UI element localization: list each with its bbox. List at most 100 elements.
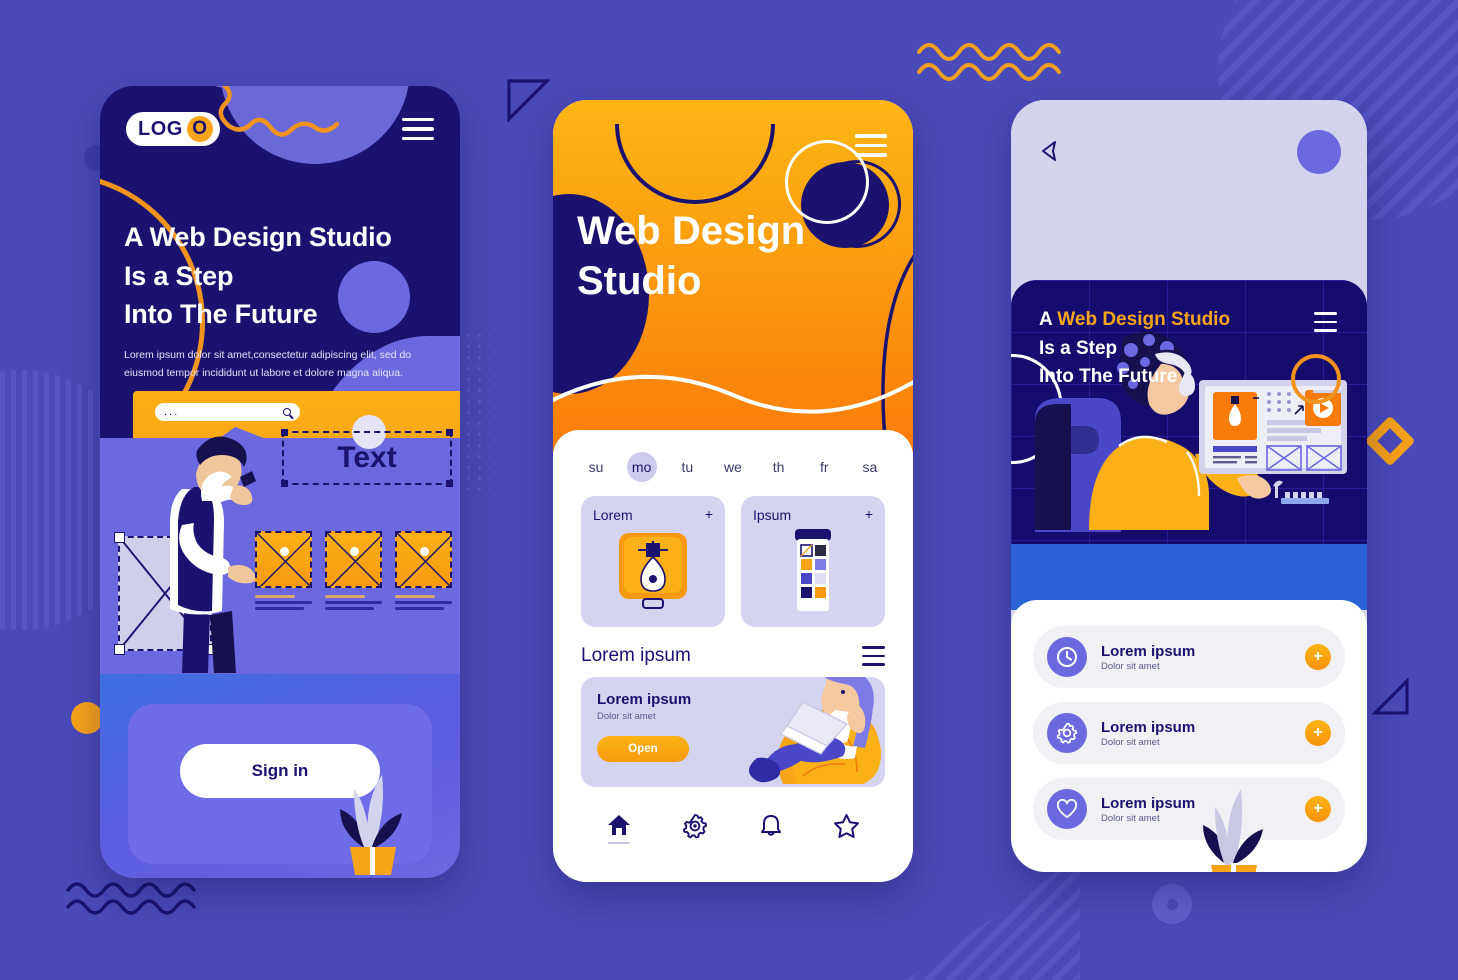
content-sheet: su mo tu we th fr sa Lorem + Ipsum + Lor…	[553, 430, 913, 882]
logo[interactable]: LOG O	[126, 112, 220, 146]
add-icon[interactable]: +	[865, 507, 873, 521]
page-title: A Web Design Studio Is a Step Into The F…	[1039, 306, 1230, 392]
title-line-1: Web Design	[577, 209, 806, 253]
hero-subtext: Lorem ipsum dolor sit amet,consectetur a…	[124, 348, 412, 380]
tile-header: Ipsum +	[753, 507, 873, 523]
tile-lorem[interactable]: Lorem +	[581, 496, 725, 627]
weekday-we[interactable]: we	[718, 452, 748, 482]
half-circle-decor	[615, 124, 775, 204]
tab-favorites[interactable]	[833, 813, 860, 845]
tab-settings[interactable]	[682, 813, 708, 845]
list-item-subtitle: Dolor sit amet	[1101, 660, 1160, 672]
phone-screen-onboarding: LOG O A Web Design Studio Is a Step Into…	[100, 86, 460, 878]
thumbnail-image	[395, 531, 452, 588]
active-indicator	[608, 841, 631, 844]
add-icon[interactable]: +	[1305, 644, 1331, 670]
orange-wave-decor	[915, 36, 1080, 88]
designer-at-whiteboard-illustration: ... Text	[100, 391, 460, 674]
white-wave-decor	[553, 353, 913, 428]
clock-icon	[1047, 637, 1087, 677]
thumbnail-list	[255, 531, 452, 613]
orange-dot-decor	[71, 702, 103, 734]
plant-decor	[1183, 777, 1279, 872]
hamburger-menu-icon[interactable]	[855, 134, 887, 157]
list-item-text: Lorem ipsum Dolor sit amet	[1101, 643, 1291, 672]
add-icon[interactable]: +	[1305, 796, 1331, 822]
weekday-sa[interactable]: sa	[855, 452, 885, 482]
logo-badge: O	[186, 116, 213, 142]
title-line-2: Studio	[577, 259, 702, 303]
weekday-th[interactable]: th	[764, 452, 794, 482]
list-item-title: Lorem ipsum	[1101, 718, 1196, 736]
list-sheet: Lorem ipsum Dolor sit amet + Lorem ipsum…	[1011, 600, 1367, 872]
headline-line-1: A Web Design Studio	[124, 222, 392, 252]
headline-line-2: Is a Step	[124, 260, 234, 291]
hamburger-menu-icon[interactable]	[862, 646, 885, 666]
thumbnail-item	[325, 531, 382, 613]
striped-diagonal-decor	[900, 855, 1080, 980]
list-item-text: Lorem ipsum Dolor sit amet	[1101, 719, 1291, 748]
open-button[interactable]: Open	[597, 736, 689, 762]
tile-ipsum[interactable]: Ipsum +	[741, 496, 885, 627]
thumbnail-image	[255, 531, 312, 588]
section-header: Lorem ipsum	[553, 627, 913, 677]
headline-line-3: Into The Future	[1039, 366, 1178, 387]
weekday-tu[interactable]: tu	[672, 452, 702, 482]
star-icon	[833, 813, 859, 838]
thumbnail-lines	[255, 595, 312, 610]
list-item-clock[interactable]: Lorem ipsum Dolor sit amet +	[1033, 626, 1345, 688]
page-title: A Web Design Studio Is a Step Into The F…	[124, 218, 444, 334]
thumbnail-image	[325, 531, 382, 588]
weekday-fr[interactable]: fr	[809, 452, 839, 482]
logo-text: LOG	[138, 117, 183, 140]
app-bar: LOG O	[100, 86, 460, 172]
bottom-tab-bar	[553, 813, 913, 845]
hero-copy: A Web Design Studio Is a Step Into The F…	[124, 218, 444, 383]
thumbnail-lines	[395, 595, 452, 610]
color-swatches-icon	[753, 529, 873, 613]
hero-section: LOG O A Web Design Studio Is a Step Into…	[100, 86, 460, 674]
thumbnail-item	[255, 531, 312, 613]
navy-wave-decor	[64, 876, 224, 922]
hamburger-menu-icon[interactable]	[402, 117, 434, 141]
search-input[interactable]: ...	[155, 403, 300, 421]
hamburger-menu-icon[interactable]	[1314, 312, 1337, 332]
list-item-subtitle: Dolor sit amet	[1101, 736, 1160, 748]
heart-icon	[1047, 789, 1087, 829]
gear-icon	[1047, 713, 1087, 753]
back-arrow-icon[interactable]	[1037, 138, 1063, 169]
search-icon	[283, 408, 291, 416]
avatar[interactable]	[1297, 130, 1341, 174]
tile-header: Lorem +	[593, 507, 713, 523]
weekday-mo[interactable]: mo	[626, 452, 657, 482]
phone-screen-detail: A Web Design Studio Is a Step Into The F…	[1011, 100, 1367, 872]
headline-prefix: A	[1039, 309, 1058, 330]
gear-icon	[683, 813, 708, 838]
weekday-selector: su mo tu we th fr sa	[553, 430, 913, 488]
section-title: Lorem ipsum	[581, 645, 691, 666]
tab-home[interactable]	[606, 813, 632, 844]
hero-section: Web Design Studio	[553, 100, 913, 452]
top-bar	[1011, 100, 1367, 294]
feature-card[interactable]: Lorem ipsum Dolor sit amet Open	[581, 677, 885, 787]
page-title: Web Design Studio	[577, 206, 805, 306]
list-item-settings[interactable]: Lorem ipsum Dolor sit amet +	[1033, 702, 1345, 764]
home-icon	[608, 814, 631, 835]
headline-line-2: Is a Step	[1039, 337, 1118, 359]
text-box-label: Text	[337, 441, 397, 474]
headline-highlight: Web Design Studio	[1057, 309, 1231, 330]
hero-illustration-section: A Web Design Studio Is a Step Into The F…	[1011, 280, 1367, 610]
woman-on-beanbag-illustration	[731, 677, 883, 787]
add-icon[interactable]: +	[705, 507, 713, 521]
triangle-outline-bottom-right-icon	[1371, 677, 1410, 721]
orange-diamond-icon	[1364, 415, 1416, 467]
donut-decor	[1152, 884, 1192, 924]
triangle-outline-top-left-icon	[506, 78, 551, 127]
tile-grid: Lorem + Ipsum +	[553, 488, 913, 627]
headline-line-1: A Web Design Studio	[1039, 306, 1230, 335]
add-icon[interactable]: +	[1305, 720, 1331, 746]
tile-label: Ipsum	[753, 507, 792, 523]
weekday-su[interactable]: su	[581, 452, 611, 482]
tab-notifications[interactable]	[759, 813, 783, 845]
tile-label: Lorem	[593, 507, 633, 523]
